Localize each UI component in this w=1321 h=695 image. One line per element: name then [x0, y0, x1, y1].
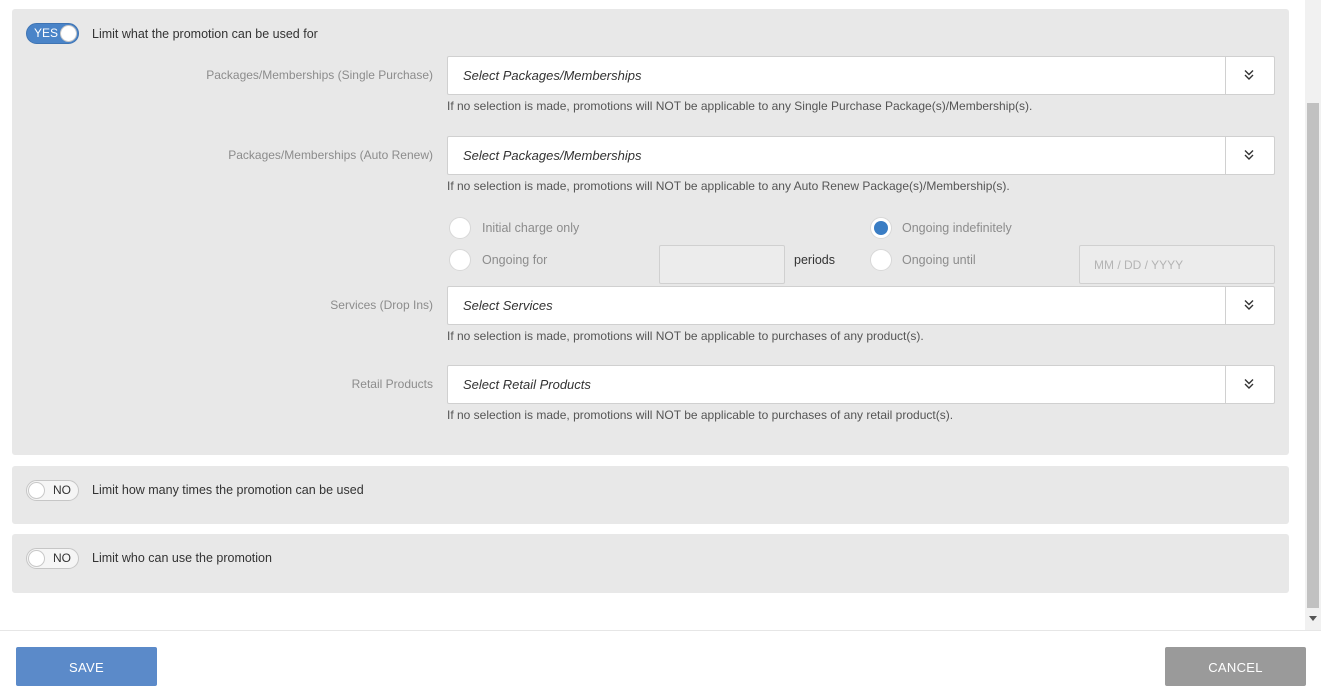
services-hint: If no selection is made, promotions will…: [447, 329, 924, 343]
services-dropdown-toggle[interactable]: [1225, 287, 1274, 324]
packages-single-label: Packages/Memberships (Single Purchase): [206, 68, 433, 82]
footer-bar: SAVE CANCEL: [0, 630, 1321, 695]
retail-dropdown-toggle[interactable]: [1225, 366, 1274, 403]
cancel-button[interactable]: CANCEL: [1165, 647, 1306, 686]
double-chevron-down-icon: [1244, 150, 1254, 160]
packages-auto-label: Packages/Memberships (Auto Renew): [228, 148, 433, 162]
limit-times-panel: NO Limit how many times the promotion ca…: [12, 466, 1289, 524]
limit-who-panel: NO Limit who can use the promotion: [12, 534, 1289, 593]
services-select[interactable]: Select Services: [447, 286, 1275, 325]
packages-auto-select[interactable]: Select Packages/Memberships: [447, 136, 1275, 175]
limit-times-title: Limit how many times the promotion can b…: [92, 483, 364, 497]
scroll-down-arrow-icon[interactable]: [1309, 616, 1317, 621]
limit-who-toggle[interactable]: NO: [26, 548, 79, 569]
limit-usage-title: Limit what the promotion can be used for: [92, 27, 318, 41]
radio-ongoing-indefinitely[interactable]: [870, 217, 892, 239]
end-date-input-box: [1079, 245, 1275, 284]
toggle-knob: [60, 25, 77, 42]
periods-label: periods: [794, 253, 835, 267]
periods-input-box: [659, 245, 785, 284]
toggle-label: YES: [34, 26, 59, 40]
double-chevron-down-icon: [1244, 379, 1254, 389]
periods-input[interactable]: [660, 246, 784, 283]
packages-auto-dropdown-toggle[interactable]: [1225, 137, 1274, 174]
toggle-label: NO: [53, 483, 71, 497]
end-date-input[interactable]: [1080, 246, 1274, 283]
toggle-knob: [28, 482, 45, 499]
save-button[interactable]: SAVE: [16, 647, 157, 686]
packages-single-select[interactable]: Select Packages/Memberships: [447, 56, 1275, 95]
limit-who-title: Limit who can use the promotion: [92, 551, 272, 565]
scrollbar-thumb[interactable]: [1307, 103, 1319, 608]
retail-select[interactable]: Select Retail Products: [447, 365, 1275, 404]
ongoing-for-label: Ongoing for: [482, 253, 548, 267]
retail-hint: If no selection is made, promotions will…: [447, 408, 954, 422]
packages-auto-hint: If no selection is made, promotions will…: [447, 179, 1010, 193]
ongoing-until-label: Ongoing until: [902, 253, 976, 267]
limit-usage-toggle[interactable]: YES: [26, 23, 79, 44]
radio-ongoing-for[interactable]: [449, 249, 471, 271]
scroll-area: YES Limit what the promotion can be used…: [0, 0, 1305, 630]
ongoing-indefinitely-label: Ongoing indefinitely: [902, 221, 1012, 235]
services-placeholder: Select Services: [463, 298, 553, 313]
retail-placeholder: Select Retail Products: [463, 377, 591, 392]
packages-single-dropdown-toggle[interactable]: [1225, 57, 1274, 94]
limit-usage-panel: YES Limit what the promotion can be used…: [12, 9, 1289, 455]
radio-initial-charge-only[interactable]: [449, 217, 471, 239]
limit-times-toggle[interactable]: NO: [26, 480, 79, 501]
radio-ongoing-until[interactable]: [870, 249, 892, 271]
retail-label: Retail Products: [351, 377, 433, 391]
initial-charge-only-label: Initial charge only: [482, 221, 580, 235]
double-chevron-down-icon: [1244, 300, 1254, 310]
double-chevron-down-icon: [1244, 70, 1254, 80]
packages-single-hint: If no selection is made, promotions will…: [447, 99, 1033, 113]
vertical-scrollbar[interactable]: [1305, 0, 1321, 630]
toggle-label: NO: [53, 551, 71, 565]
packages-single-placeholder: Select Packages/Memberships: [463, 68, 642, 83]
toggle-knob: [28, 550, 45, 567]
packages-auto-placeholder: Select Packages/Memberships: [463, 148, 642, 163]
services-label: Services (Drop Ins): [330, 298, 433, 312]
